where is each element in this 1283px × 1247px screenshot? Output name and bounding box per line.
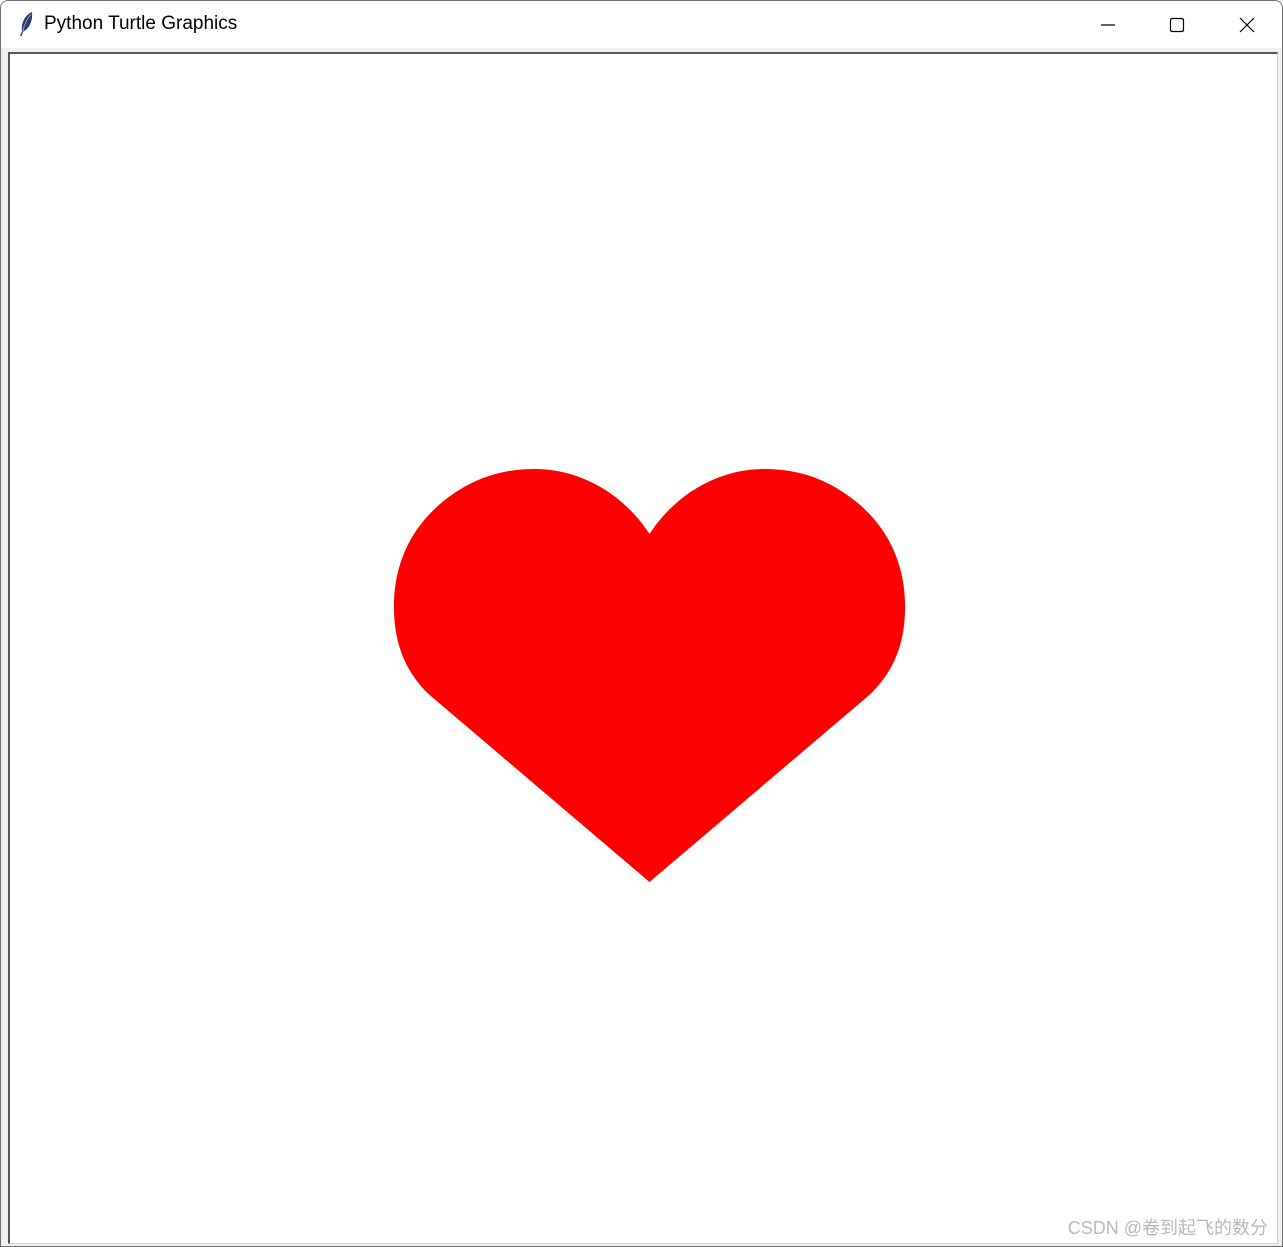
turtle-canvas[interactable]: [10, 54, 1277, 1243]
minimize-icon: [1100, 17, 1116, 33]
title-bar[interactable]: Python Turtle Graphics: [1, 1, 1282, 48]
turtle-canvas-frame: [8, 52, 1278, 1244]
watermark-text: CSDN @卷到起飞的数分: [1067, 1218, 1268, 1238]
maximize-icon: [1169, 17, 1185, 33]
window-client-area: [2, 48, 1281, 1246]
minimize-button[interactable]: [1073, 1, 1143, 48]
close-button[interactable]: [1212, 1, 1282, 48]
maximize-button[interactable]: [1142, 1, 1212, 48]
red-heart-shape: [393, 469, 906, 882]
window-title: Python Turtle Graphics: [44, 13, 238, 34]
feather-icon: [17, 11, 37, 37]
close-icon: [1239, 17, 1255, 33]
drawing-surface: [393, 469, 906, 882]
turtle-window: Python Turtle Graphics CSDN @卷到起飞的数分: [0, 0, 1283, 1247]
